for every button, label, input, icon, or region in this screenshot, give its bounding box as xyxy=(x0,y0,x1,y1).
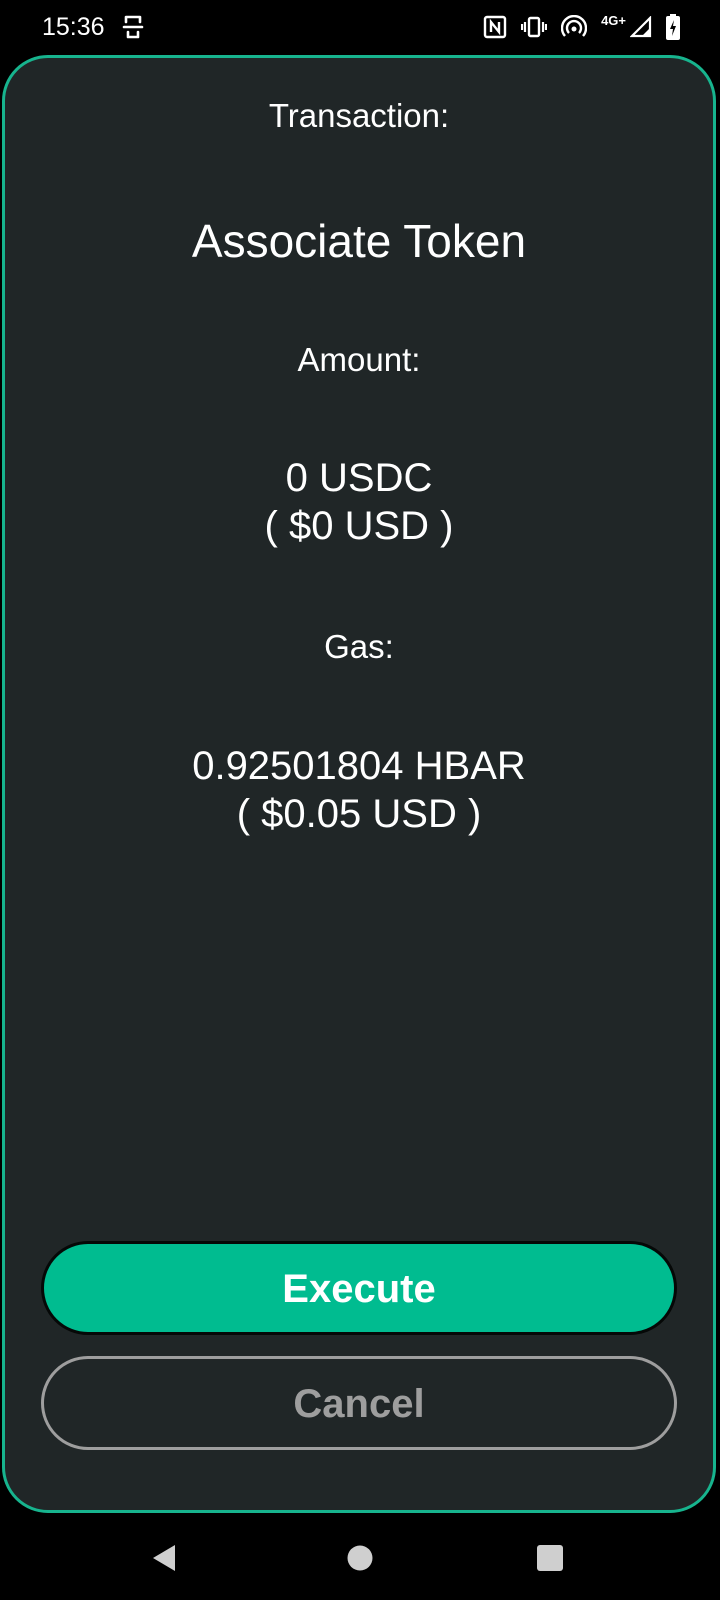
status-bar: 15:36 4G+ xyxy=(0,0,720,54)
gas-label: Gas: xyxy=(324,628,394,665)
nfc-icon xyxy=(483,15,507,39)
transaction-card: Transaction: Associate Token Amount: 0 U… xyxy=(2,55,716,1513)
amount-label: Amount: xyxy=(297,341,421,378)
execute-button[interactable]: Execute xyxy=(41,1241,677,1335)
amount-value: 0 USDC xyxy=(285,456,433,500)
gas-value: 0.92501804 HBAR xyxy=(192,744,526,788)
transaction-name: Associate Token xyxy=(191,215,527,267)
vibrate-icon xyxy=(521,15,548,39)
battery-charging-icon xyxy=(666,14,680,40)
home-icon[interactable] xyxy=(340,1538,380,1578)
cancel-button[interactable]: Cancel xyxy=(41,1356,677,1450)
signal-icon xyxy=(630,16,652,38)
recents-icon[interactable] xyxy=(530,1538,570,1578)
navigation-bar xyxy=(0,1516,720,1600)
network-type-label: 4G+ xyxy=(601,13,626,28)
back-icon[interactable] xyxy=(144,1538,184,1578)
hotspot-icon xyxy=(561,15,588,39)
status-time: 15:36 xyxy=(42,13,105,41)
status-icons: 4G+ xyxy=(483,11,680,43)
gas-usd-value: ( $0.05 USD ) xyxy=(236,792,482,836)
keyboard-shortcut-icon xyxy=(120,13,146,41)
amount-usd-value: ( $0 USD ) xyxy=(264,504,454,548)
transaction-label: Transaction: xyxy=(268,97,450,134)
